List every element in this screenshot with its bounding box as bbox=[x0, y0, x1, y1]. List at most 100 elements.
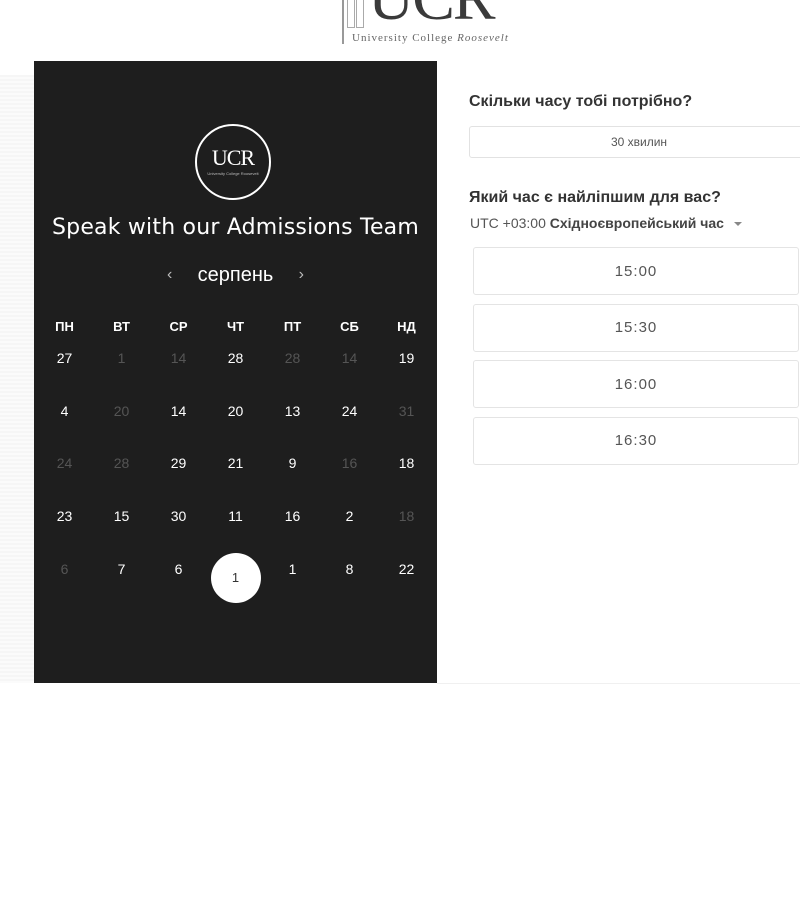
calendar-day-number: 6 bbox=[60, 560, 69, 577]
calendar-day-number: 18 bbox=[398, 455, 415, 472]
calendar-day-number: 6 bbox=[174, 560, 183, 577]
divider bbox=[437, 683, 800, 684]
calendar-day-number: 20 bbox=[113, 402, 130, 419]
calendar-day[interactable]: 9 bbox=[264, 446, 321, 480]
time-slot-button[interactable]: 16:30 bbox=[473, 416, 799, 465]
duration-select[interactable]: 30 хвилин bbox=[469, 126, 800, 158]
calendar-day[interactable]: 30 bbox=[150, 499, 207, 533]
weekday-label: ПТ bbox=[283, 319, 302, 334]
calendar-day-selected[interactable]: 1 bbox=[207, 552, 264, 603]
caret-down-icon bbox=[733, 222, 742, 227]
background-stripe bbox=[0, 75, 34, 683]
time-slot-button[interactable]: 16:00 bbox=[473, 360, 799, 408]
calendar-day-number: 4 bbox=[60, 402, 69, 419]
weekday-label: ЧТ bbox=[226, 319, 245, 334]
calendar-day[interactable]: 18 bbox=[378, 446, 435, 480]
booking-page: UCR University College Roosevelt UCR Uni… bbox=[0, 0, 800, 900]
calendar-day-number: 20 bbox=[227, 402, 244, 419]
calendar-day-number: 1 bbox=[288, 560, 297, 577]
calendar-day: 28 bbox=[264, 341, 321, 375]
weekday-header: ПН ВТ СР ЧТ ПТ СБ НД bbox=[36, 319, 435, 334]
calendar-day-number: 8 bbox=[345, 560, 354, 577]
calendar-day: 20 bbox=[93, 394, 150, 428]
calendar-day-number: 28 bbox=[284, 350, 301, 366]
calendar-day: 1 bbox=[93, 341, 150, 375]
month-label: серпень bbox=[197, 263, 274, 286]
calendar-day-number: 14 bbox=[341, 350, 358, 366]
calendar-day-number: 29 bbox=[170, 455, 187, 472]
calendar-day-number: 7 bbox=[117, 560, 126, 577]
calendar-day: 14 bbox=[150, 341, 207, 375]
calendar-day[interactable]: 16 bbox=[264, 499, 321, 533]
day-grid: 27 1 14 28 28 14 19 4 20 14 20 13 24 31 24 28 29 21 9 16 18 2… bbox=[36, 341, 435, 604]
calendar-day: 28 bbox=[93, 446, 150, 480]
chevron-right-icon[interactable]: › bbox=[291, 266, 311, 284]
calendar-day-number: 28 bbox=[113, 455, 130, 472]
chevron-left-icon[interactable]: ‹ bbox=[160, 266, 180, 284]
calendar-day[interactable]: 14 bbox=[150, 394, 207, 428]
calendar-title: Speak with our Admissions Team bbox=[51, 215, 419, 240]
calendar-day[interactable]: 15 bbox=[93, 499, 150, 533]
month-navigation: ‹ серпень › bbox=[34, 261, 437, 289]
time-slot-button[interactable]: 15:00 bbox=[473, 247, 799, 295]
calendar-day-number: 18 bbox=[398, 508, 415, 525]
timezone-select[interactable]: UTC +03:00 Східноєвропейський час bbox=[470, 215, 742, 231]
weekday-label: СР bbox=[169, 319, 188, 334]
calendar-day: 24 bbox=[36, 446, 93, 480]
calendar-card: UCR University College Roosevelt Speak w… bbox=[34, 61, 437, 683]
calendar-day-number: 28 bbox=[227, 350, 244, 366]
calendar-day[interactable]: 4 bbox=[36, 394, 93, 428]
calendar-day[interactable]: 19 bbox=[378, 341, 435, 375]
calendar-day: 31 bbox=[378, 394, 435, 428]
calendar-day-number: 30 bbox=[170, 508, 187, 525]
calendar-day[interactable]: 11 bbox=[207, 499, 264, 533]
duration-question: Скільки часу тобі потрібно? bbox=[469, 93, 693, 110]
calendar-day: 18 bbox=[378, 499, 435, 533]
calendar-day[interactable]: 8 bbox=[321, 552, 378, 586]
calendar-day-number: 27 bbox=[56, 350, 73, 366]
calendar-day-number: 21 bbox=[227, 455, 244, 472]
calendar-day: 6 bbox=[36, 552, 93, 586]
calendar-day[interactable]: 23 bbox=[36, 499, 93, 533]
calendar-day: 14 bbox=[321, 341, 378, 375]
header-logo: UCR University College Roosevelt bbox=[340, 0, 540, 48]
calendar-logo-letters: UCR bbox=[211, 144, 255, 170]
calendar-day[interactable]: 13 bbox=[264, 394, 321, 428]
weekday-label: НД bbox=[397, 319, 416, 334]
calendar-day[interactable]: 28 bbox=[207, 341, 264, 375]
calendar-day-number: 24 bbox=[56, 455, 73, 472]
calendar-day-number: 19 bbox=[398, 350, 415, 366]
calendar-logo: UCR University College Roosevelt bbox=[195, 124, 271, 200]
weekday-label: СБ bbox=[340, 319, 359, 334]
time-slot-list: 15:00 15:30 16:00 16:30 bbox=[473, 247, 799, 473]
calendar-day[interactable]: 6 bbox=[150, 552, 207, 586]
time-slot-button[interactable]: 15:30 bbox=[473, 303, 799, 352]
calendar-day[interactable]: 2 bbox=[321, 499, 378, 533]
calendar-day-number: 24 bbox=[341, 402, 358, 419]
calendar-day: 16 bbox=[321, 446, 378, 480]
calendar-day-number: 16 bbox=[284, 508, 301, 525]
calendar-day-number: 9 bbox=[288, 455, 297, 472]
calendar-day-number: 13 bbox=[284, 402, 301, 419]
calendar-day[interactable]: 1 bbox=[264, 552, 321, 586]
logo-letters: UCR bbox=[368, 0, 496, 30]
calendar-day[interactable]: 29 bbox=[150, 446, 207, 480]
calendar-day-number: 1 bbox=[117, 350, 126, 366]
weekday-label: ПН bbox=[55, 319, 74, 334]
calendar-day-number: 14 bbox=[170, 402, 187, 419]
calendar-logo-subtitle: University College Roosevelt bbox=[207, 170, 259, 176]
calendar-day-number: 15 bbox=[113, 508, 130, 525]
weekday-label: ВТ bbox=[113, 319, 130, 334]
calendar-day-number: 14 bbox=[170, 350, 187, 366]
calendar-day[interactable]: 22 bbox=[378, 552, 435, 586]
calendar-day-number: 31 bbox=[398, 402, 415, 419]
calendar-day-number: 23 bbox=[56, 508, 73, 525]
logo-subtitle: University College Roosevelt bbox=[352, 32, 509, 44]
calendar-day[interactable]: 20 bbox=[207, 394, 264, 428]
time-question: Який час є найліпшим для вас? bbox=[469, 189, 721, 206]
calendar-day[interactable]: 21 bbox=[207, 446, 264, 480]
calendar-day-number: 22 bbox=[398, 560, 415, 577]
calendar-day[interactable]: 27 bbox=[36, 341, 93, 375]
calendar-day[interactable]: 7 bbox=[93, 552, 150, 586]
calendar-day[interactable]: 24 bbox=[321, 394, 378, 428]
